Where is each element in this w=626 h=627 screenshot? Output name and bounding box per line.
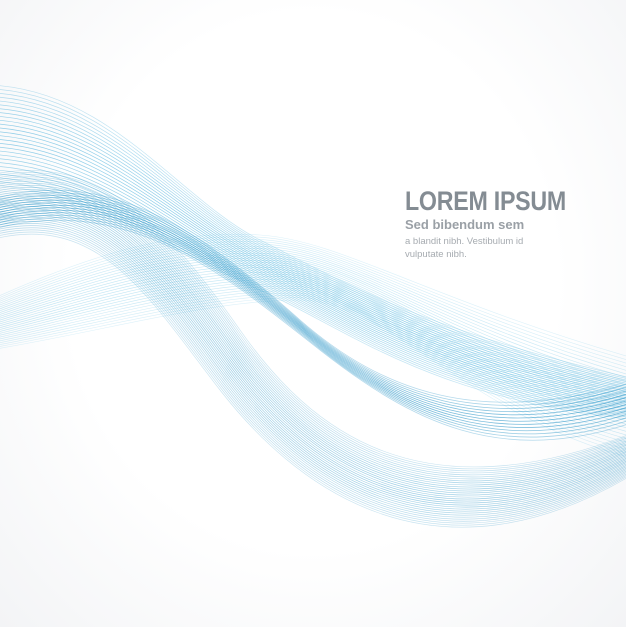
- wave-line: [0, 274, 626, 418]
- headline: LOREM IPSUM: [405, 186, 566, 216]
- wave-line: [0, 288, 626, 439]
- wave-band-middle: [0, 233, 626, 457]
- wave-line: [0, 231, 626, 526]
- wave-line: [0, 283, 626, 432]
- body-line-1: a blandit nibh. Vestibulum id: [405, 236, 524, 247]
- subheadline: Sed bibendum sem: [405, 217, 525, 232]
- text-block: LOREM IPSUM Sed bibendum sem a blandit n…: [405, 186, 620, 261]
- blue-wave-graphic: [0, 85, 626, 528]
- body-copy: a blandit nibh. Vestibulum id vulputate …: [405, 235, 620, 261]
- body-line-2: vulputate nibh.: [405, 249, 467, 260]
- background-canvas: LOREM IPSUM Sed bibendum sem a blandit n…: [0, 0, 626, 627]
